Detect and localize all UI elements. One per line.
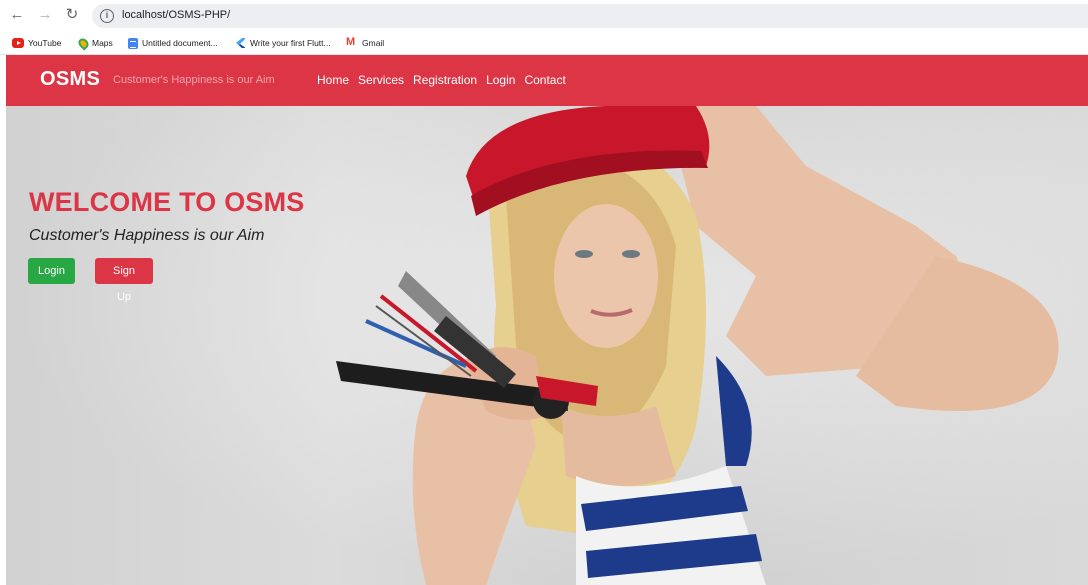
nav-link-registration[interactable]: Registration [413, 73, 477, 87]
nav-link-login[interactable]: Login [486, 73, 515, 87]
url-text: localhost/OSMS-PHP/ [122, 9, 231, 21]
back-arrow-icon[interactable]: ← [8, 6, 26, 24]
hero-subtitle: Customer's Happiness is our Aim [29, 227, 265, 244]
website: OSMS Customer's Happiness is our Aim Hom… [6, 55, 1088, 585]
info-icon[interactable]: i [100, 9, 114, 23]
youtube-icon [12, 38, 24, 48]
nav-link-services[interactable]: Services [358, 73, 404, 87]
bookmark-untitled-document[interactable]: Untitled document... [128, 36, 218, 50]
gmail-icon [346, 36, 358, 48]
hero-worker-image [336, 106, 1059, 585]
brand-logo[interactable]: OSMS [40, 68, 100, 91]
hero-title: WELCOME TO OSMS [29, 187, 305, 217]
maps-icon [76, 35, 91, 51]
nav-link-home[interactable]: Home [317, 73, 349, 87]
bookmark-flutter[interactable]: Write your first Flutt... [236, 36, 331, 50]
browser-toolbar: ← → ↻ i localhost/OSMS-PHP/ [0, 0, 1088, 31]
address-bar[interactable]: i localhost/OSMS-PHP/ [92, 4, 1088, 28]
bookmark-youtube[interactable]: YouTube [12, 36, 61, 50]
signup-button[interactable]: Sign Up [95, 258, 153, 303]
navbar-tagline: Customer's Happiness is our Aim [113, 74, 275, 86]
flutter-icon [236, 38, 246, 48]
bookmark-maps[interactable]: Maps [76, 35, 113, 51]
navbar: OSMS Customer's Happiness is our Aim Hom… [6, 55, 1088, 106]
hero-section: WELCOME TO OSMS Customer's Happiness is … [6, 106, 1088, 585]
reload-icon[interactable]: ↻ [63, 6, 81, 24]
forward-arrow-icon[interactable]: → [36, 6, 54, 24]
bookmark-gmail[interactable]: Gmail [346, 36, 384, 50]
docs-icon [128, 37, 138, 49]
nav-links: Home Services Registration Login Contact [317, 73, 566, 87]
login-button[interactable]: Login [28, 258, 75, 284]
bookmarks-bar: YouTube Maps Untitled document... Write … [0, 31, 1088, 55]
nav-link-contact[interactable]: Contact [524, 73, 565, 87]
